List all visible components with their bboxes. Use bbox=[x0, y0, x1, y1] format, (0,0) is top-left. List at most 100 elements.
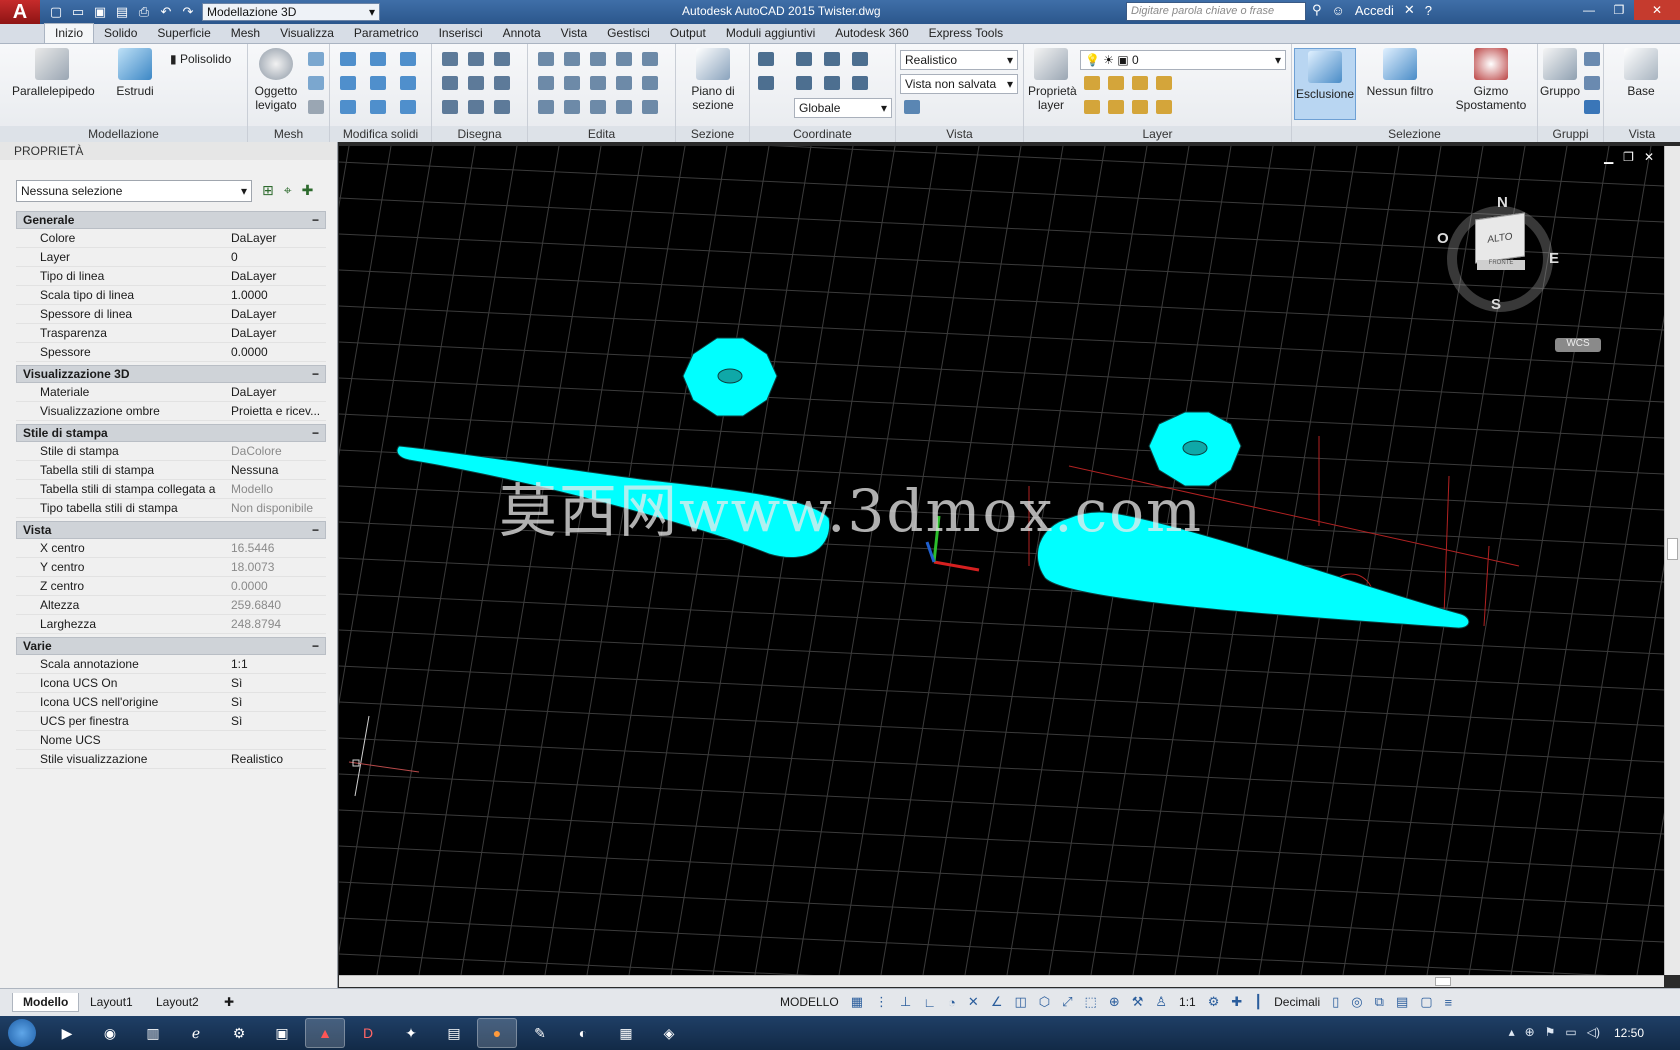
exchange-icon[interactable]: ✕ bbox=[1404, 2, 1415, 18]
mesh-refine-icon[interactable] bbox=[308, 76, 324, 90]
ucs-z-icon[interactable] bbox=[852, 76, 868, 90]
workspace-select[interactable]: Modellazione 3D ▾ bbox=[202, 3, 380, 21]
oggetto-levigato-button[interactable]: Oggetto levigato bbox=[252, 48, 300, 112]
estrudi-button[interactable]: Estrudi bbox=[110, 48, 160, 98]
toggle-pickadd-icon[interactable]: ⊞ bbox=[262, 182, 274, 199]
annotation-monitor-icon[interactable]: ✚ bbox=[1231, 994, 1242, 1010]
panel-title-layer[interactable]: Layer bbox=[1024, 126, 1291, 142]
compass-south[interactable]: S bbox=[1491, 296, 1501, 313]
polisolido-button[interactable]: ▮ Polisolido bbox=[170, 52, 244, 66]
horizontal-scroll-thumb[interactable] bbox=[1435, 977, 1451, 986]
group-selection-icon[interactable] bbox=[1584, 100, 1600, 114]
property-value[interactable]: Nessuna bbox=[227, 461, 326, 479]
workspace-gear-icon[interactable]: ⚙ bbox=[1208, 994, 1220, 1010]
layer-freeze-icon[interactable] bbox=[1132, 76, 1148, 90]
property-value[interactable]: 18.0073 bbox=[227, 558, 326, 576]
align-icon[interactable] bbox=[538, 76, 554, 90]
tab-express-tools[interactable]: Express Tools bbox=[919, 24, 1013, 43]
collapse-icon[interactable]: − bbox=[312, 213, 319, 227]
panel-title-coordinate[interactable]: Coordinate bbox=[750, 126, 895, 142]
property-value[interactable]: Realistico bbox=[227, 750, 326, 768]
panel-title-vista[interactable]: Vista bbox=[896, 126, 1023, 142]
property-value[interactable]: Sì bbox=[227, 712, 326, 730]
tab-gestisci[interactable]: Gestisci bbox=[597, 24, 660, 43]
extract-edges-icon[interactable] bbox=[400, 76, 416, 90]
search-input[interactable]: Digitare parola chiave o frase bbox=[1126, 2, 1306, 21]
viewport-config-icon[interactable] bbox=[904, 100, 920, 114]
arc-icon[interactable] bbox=[494, 52, 510, 66]
taskbar-app-firefox[interactable]: ● bbox=[477, 1018, 517, 1048]
panel-title-selezione[interactable]: Selezione bbox=[1292, 126, 1537, 142]
property-row[interactable]: Tabella stili di stampa collegata a Model… bbox=[16, 480, 326, 499]
panel-title-vista-base[interactable]: Vista bbox=[1604, 126, 1680, 142]
property-row[interactable]: Larghezza 248.8794 bbox=[16, 615, 326, 634]
compass-east[interactable]: E bbox=[1549, 250, 1559, 267]
property-row[interactable]: Nome UCS bbox=[16, 731, 326, 750]
spline-icon[interactable] bbox=[442, 76, 458, 90]
taskbar-app-pdf[interactable]: D bbox=[348, 1018, 388, 1048]
property-value[interactable]: DaLayer bbox=[227, 324, 326, 342]
property-section-header[interactable]: Vista − bbox=[16, 521, 326, 539]
units-select[interactable]: Decimali bbox=[1274, 995, 1320, 1009]
taskbar-app-browser[interactable]: ◉ bbox=[90, 1018, 130, 1048]
move-icon[interactable] bbox=[590, 52, 606, 66]
property-value[interactable]: Modello bbox=[227, 480, 326, 498]
proprieta-layer-button[interactable]: Proprietà layer bbox=[1028, 48, 1077, 112]
erase-icon[interactable] bbox=[538, 100, 554, 114]
gizmo-status-icon[interactable]: ⊕ bbox=[1109, 994, 1120, 1010]
property-row[interactable]: Tabella stili di stampa Nessuna bbox=[16, 461, 326, 480]
collapse-icon[interactable]: − bbox=[312, 523, 319, 537]
layer-match-icon[interactable] bbox=[1084, 100, 1100, 114]
property-row[interactable]: Scala tipo di linea 1.0000 bbox=[16, 286, 326, 305]
rectangle-icon[interactable] bbox=[468, 100, 484, 114]
layer-unisolate-icon[interactable] bbox=[1132, 100, 1148, 114]
layer-off-icon[interactable] bbox=[1108, 76, 1124, 90]
dynamic-ucs-icon[interactable]: ⤢ bbox=[1062, 994, 1072, 1010]
ucs-icon[interactable] bbox=[758, 52, 774, 66]
vertical-scrollbar[interactable] bbox=[1664, 146, 1680, 975]
rotate3d-icon[interactable] bbox=[564, 52, 580, 66]
restore-button[interactable]: ❐ bbox=[1604, 0, 1634, 20]
panel-title-edita[interactable]: Edita bbox=[528, 126, 675, 142]
intersect-icon[interactable] bbox=[400, 52, 416, 66]
copy-icon[interactable] bbox=[616, 52, 632, 66]
3d-osnap-icon[interactable]: ⬡ bbox=[1039, 994, 1050, 1010]
property-row[interactable]: Scala annotazione 1:1 bbox=[16, 655, 326, 674]
open-icon[interactable]: ▭ bbox=[70, 4, 86, 20]
save-as-icon[interactable]: ▤ bbox=[114, 4, 130, 20]
wcs-menu[interactable]: WCS bbox=[1555, 338, 1601, 352]
tray-flag-icon[interactable]: ⚑ bbox=[1545, 1025, 1556, 1039]
slice-icon[interactable] bbox=[340, 76, 356, 90]
group-edit-icon[interactable] bbox=[1584, 76, 1600, 90]
helix-icon[interactable] bbox=[468, 52, 484, 66]
object-snap-tracking-icon[interactable]: ∠ bbox=[991, 994, 1003, 1010]
property-value[interactable]: Sì bbox=[227, 693, 326, 711]
visual-style-select[interactable]: Realistico ▾ bbox=[900, 50, 1018, 70]
compass-north[interactable]: N bbox=[1497, 194, 1508, 211]
separate-icon[interactable] bbox=[400, 100, 416, 114]
auto-scale-icon[interactable]: ♙ bbox=[1155, 994, 1167, 1010]
panel-title-mesh[interactable]: Mesh bbox=[248, 126, 329, 142]
horizontal-scrollbar[interactable] bbox=[339, 975, 1664, 987]
selection-select[interactable]: Nessuna selezione ▾ bbox=[16, 180, 252, 202]
taskbar-app-5[interactable]: ✎ bbox=[520, 1018, 560, 1048]
ucs-x-icon[interactable] bbox=[824, 52, 840, 66]
taskbar-app-explorer[interactable]: ▥ bbox=[133, 1018, 173, 1048]
array3d-icon[interactable] bbox=[642, 100, 658, 114]
line-icon[interactable] bbox=[468, 76, 484, 90]
ungroup-icon[interactable] bbox=[1584, 52, 1600, 66]
property-value[interactable]: DaColore bbox=[227, 442, 326, 460]
viewport-close-icon[interactable]: ✕ bbox=[1644, 150, 1654, 164]
ucs-world-icon[interactable] bbox=[796, 52, 812, 66]
save-icon[interactable]: ▣ bbox=[92, 4, 108, 20]
quick-properties-icon[interactable]: ▯ bbox=[1332, 994, 1339, 1010]
taskbar-app-tool2[interactable]: ▣ bbox=[262, 1018, 302, 1048]
taskbar-app-autocad[interactable]: ▲ bbox=[305, 1018, 345, 1048]
named-view-select[interactable]: Vista non salvata ▾ bbox=[900, 74, 1018, 94]
property-row[interactable]: Layer 0 bbox=[16, 248, 326, 267]
selection-filter-icon[interactable]: ⬚ bbox=[1085, 994, 1097, 1010]
property-row[interactable]: UCS per finestra Sì bbox=[16, 712, 326, 731]
tab-moduli-aggiuntivi[interactable]: Moduli aggiuntivi bbox=[716, 24, 825, 43]
ucs-view-icon[interactable] bbox=[852, 52, 868, 66]
viewport-minimize-icon[interactable]: ▁ bbox=[1604, 150, 1613, 164]
